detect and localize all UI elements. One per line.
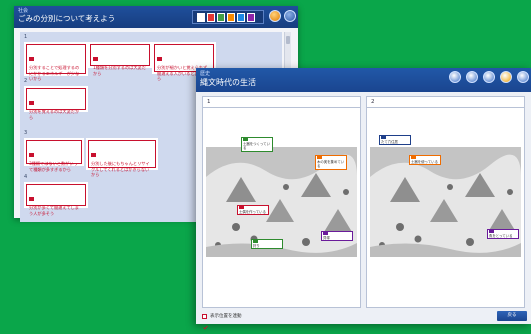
back-window-title: ごみの分別について考えよう [18,14,116,23]
answer-card[interactable]: 分別した後にもちゃんとリサイクルしてくれるとはかぎらないから [88,140,156,177]
illustration-label-text: 木の実を集めている [317,160,345,169]
rewind-icon[interactable] [269,10,281,22]
front-window: 歴史 縄文時代の生活 1 土器をつくっている木の実を集めている土偶を作っている貝塚… [196,68,531,329]
list-icon[interactable] [483,71,495,83]
answer-card-text: 3種類ではないと数がいって種類が多すぎるから [29,161,78,172]
label-tag-icon [323,232,328,235]
answer-card[interactable]: 1種類を分別するのは大変だから [90,44,150,76]
sync-checkbox-label: 表示位置を連動 [210,314,242,319]
front-window-title: 縄文時代の生活 [200,78,256,87]
illustration-label[interactable]: 魚をとっている [487,229,519,240]
back-window-header: 社会 ごみの分別について考えよう [14,6,298,28]
color-swatch[interactable] [207,13,215,22]
illustration-label[interactable]: 土器を使っている [409,155,441,166]
toolbar-item[interactable] [517,71,529,83]
answer-card-text: 分別が多くて間違えてしまう人が多そう [29,205,79,216]
grid-icon[interactable] [466,71,478,83]
section-number: 4 [24,174,28,180]
toolbar-item[interactable] [449,71,461,83]
answer-card-text: 1種類を分別するのは大変だから [93,65,146,76]
color-swatch[interactable] [227,13,235,22]
illustration-label-text: 土器をつくっている [243,142,270,151]
illustration-art [370,147,521,257]
label-tag-icon [253,240,258,243]
section-number: 1 [24,34,28,40]
illustration-label[interactable]: 貝塚 [321,231,353,242]
toolbar-item[interactable] [500,71,512,83]
label-tag-icon [239,206,244,209]
card-tag-icon [157,57,162,61]
label-tag-icon [381,136,386,139]
back-action-button[interactable]: 戻る [497,311,527,321]
answer-card[interactable]: 分別することで処理するのにかかるエネルギーが少ないから [26,44,86,81]
section-number: 2 [24,78,28,84]
globe-icon[interactable] [449,71,461,83]
illustration-label[interactable]: 土偶を作っている [237,205,269,216]
color-swatch[interactable] [247,13,255,22]
label-tag-icon [489,230,494,233]
bag-icon[interactable] [500,71,512,83]
card-tag-icon [91,153,96,157]
card-tag-icon [29,197,34,201]
front-toolbar [449,71,529,83]
answer-card[interactable]: 分別を覚えるのは大変だから [26,88,86,120]
home-icon[interactable] [517,71,529,83]
swatch-row [197,13,255,22]
illustration-label[interactable]: 木の実を集めている [315,155,347,170]
village-illustration [370,147,521,257]
front-window-header: 歴史 縄文時代の生活 [196,68,531,92]
card-tag-icon [29,153,34,157]
sync-checkbox[interactable] [202,313,208,329]
label-tag-icon [317,156,322,159]
scroll-thumb[interactable] [286,36,290,44]
home-icon[interactable] [284,10,296,22]
answer-card[interactable]: 分別が多くて間違えてしまう人が多そう [26,184,86,216]
illustration-label-text: 貝塚 [323,236,330,241]
panel-area: 1 土器をつくっている 木の実を集めている 土偶を作っている 貝塚 狩り 2 たて穴住居 土器を… [202,96,525,308]
panel-number: 2 [367,97,524,108]
toolbar-item[interactable] [466,71,478,83]
front-window-kicker: 歴史 [200,71,211,77]
check-icon [203,325,208,329]
color-swatch[interactable] [217,13,225,22]
answer-card[interactable]: 3種類ではないと数がいって種類が多すぎるから [26,140,82,172]
illustration-label-text: 魚をとっている [489,234,513,239]
panel-number: 1 [203,97,360,108]
sync-checkbox-row[interactable]: 表示位置を連動 [202,313,242,329]
illustration-label-text: 土器を使っている [411,160,438,165]
illustration-label[interactable]: たて穴住居 [379,135,411,146]
illustration-label-text: たて穴住居 [381,140,398,145]
answer-card-text: 分別することで処理するのにかかるエネルギーが少ないから [29,65,80,82]
color-swatch[interactable] [197,13,205,22]
card-tag-icon [29,57,34,61]
color-swatch[interactable] [237,13,245,22]
answer-card-text: 分別を覚えるのは大変だから [29,109,80,120]
card-tag-icon [29,101,34,105]
comparison-panel: 2 たて穴住居土器を使っている魚をとっている [366,96,525,308]
label-tag-icon [411,156,416,159]
card-tag-icon [93,57,98,61]
illustration-label[interactable]: 狩り [251,239,283,250]
illustration-label-text: 土偶を作っている [239,210,266,215]
comparison-panel: 1 土器をつくっている木の実を集めている土偶を作っている貝塚狩り [202,96,361,308]
color-palette [192,10,264,24]
illustration-label-text: 狩り [253,244,260,249]
illustration-label[interactable]: 土器をつくっている [241,137,273,152]
label-tag-icon [243,138,248,141]
section-number: 3 [24,130,28,136]
answer-card-text: 分別した後にもちゃんとリサイクルしてくれるとはかぎらないから [91,161,150,178]
toolbar-item[interactable] [483,71,495,83]
